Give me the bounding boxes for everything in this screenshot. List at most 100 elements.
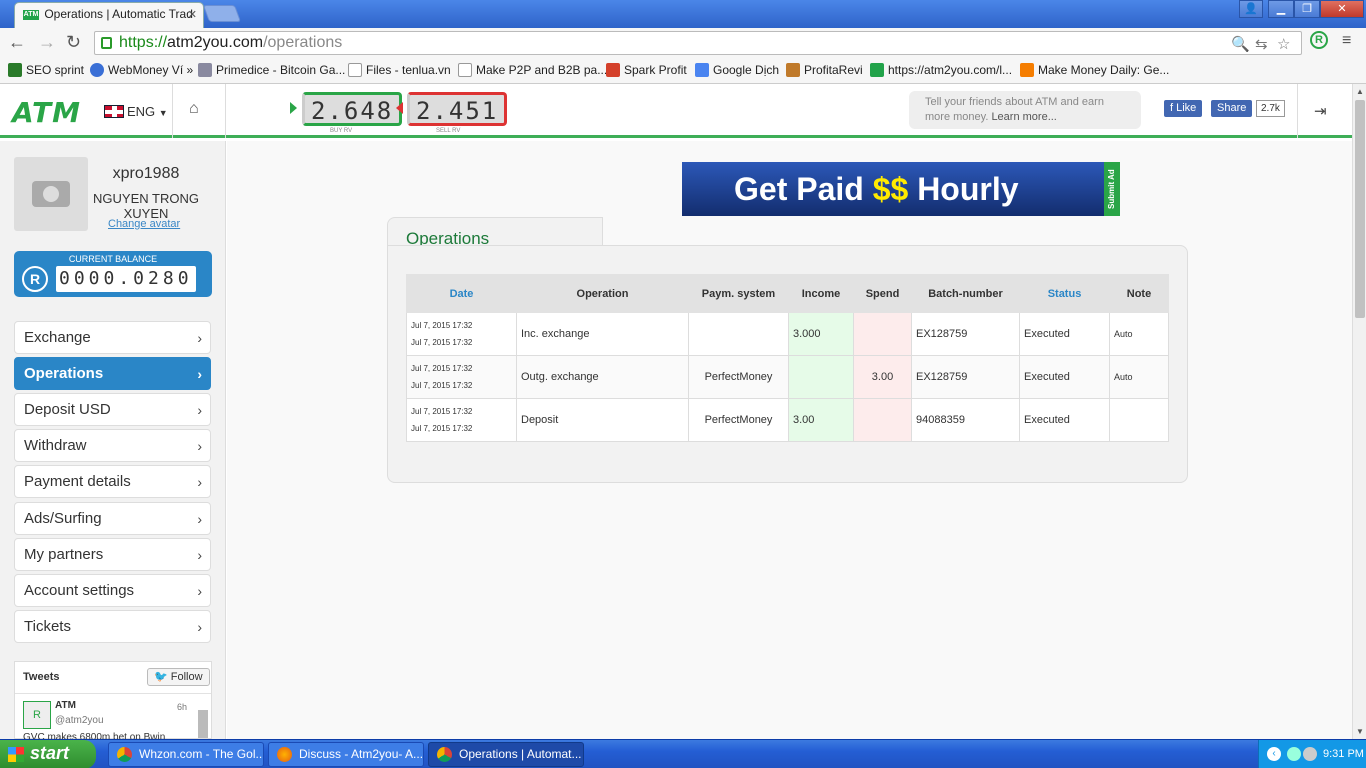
- chrome-menu-icon[interactable]: ≡: [1342, 32, 1351, 50]
- submit-ad-link[interactable]: Submit Ad: [1104, 162, 1120, 216]
- tweets-scrollbar[interactable]: [198, 710, 208, 738]
- atm-logo[interactable]: ATM: [12, 96, 81, 129]
- bookmark-item[interactable]: Primedice - Bitcoin Ga...: [198, 63, 345, 77]
- bookmark-item[interactable]: Make P2P and B2B pa...: [458, 63, 607, 77]
- sign-out-icon[interactable]: ⇥: [1314, 102, 1327, 120]
- bookmark-item[interactable]: https://atm2you.com/l...: [870, 63, 1012, 77]
- cell-status: Executed: [1019, 312, 1110, 356]
- scroll-up-icon[interactable]: ▲: [1356, 87, 1364, 96]
- ad-banner[interactable]: Get Paid $$ Hourly Submit Ad: [682, 162, 1120, 216]
- username: xpro1988: [112, 165, 180, 182]
- profitarevi-icon: [786, 63, 800, 77]
- divider: [15, 693, 211, 694]
- tweet-author[interactable]: ATM: [55, 700, 76, 711]
- sidebar-item-my-partners[interactable]: My partners ›: [14, 538, 211, 571]
- facebook-like-button[interactable]: f Like: [1164, 100, 1203, 117]
- sidebar-item-operations[interactable]: Operations ›: [14, 357, 211, 390]
- main-content: Get Paid $$ Hourly Submit Ad Operations …: [227, 141, 1352, 739]
- cell-paym-system: PerfectMoney: [688, 398, 789, 442]
- address-bar[interactable]: https://atm2you.com/operations 🔍 ⇆ ☆: [94, 31, 1302, 55]
- page-scrollbar[interactable]: ▲ ▼: [1352, 84, 1366, 739]
- browser-tab-active[interactable]: ATM Operations | Automatic Trad ✕: [14, 2, 204, 28]
- zoom-icon[interactable]: 🔍: [1231, 34, 1250, 56]
- home-icon[interactable]: ⌂: [189, 100, 199, 118]
- uk-flag-icon: [104, 105, 124, 118]
- sidebar-item-payment-details[interactable]: Payment details ›: [14, 465, 211, 498]
- cell-income: 3.000: [788, 312, 854, 356]
- col-date[interactable]: Date: [406, 274, 517, 313]
- sell-caption: SELL RV: [436, 128, 461, 134]
- divider: [1297, 84, 1298, 138]
- table-header-row: Date Operation Paym. system Income Spend…: [406, 274, 1169, 313]
- full-name: NGUYEN TRONG XUYEN: [93, 191, 199, 221]
- up-arrow-icon: [290, 102, 297, 114]
- camera-icon: [32, 181, 70, 207]
- tweet-handle[interactable]: @atm2you: [55, 715, 104, 726]
- tweet-avatar[interactable]: R: [23, 701, 51, 729]
- cell-note: Auto: [1109, 355, 1169, 399]
- cell-income: 3.00: [788, 398, 854, 442]
- taskbar-item[interactable]: Discuss - Atm2you- A...: [268, 742, 424, 767]
- sidebar-item-tickets[interactable]: Tickets ›: [14, 610, 211, 643]
- bookmark-item[interactable]: Spark Profit: [606, 63, 687, 77]
- taskbar-item-active[interactable]: Operations | Automat...: [428, 742, 584, 767]
- profile-icon[interactable]: 👤: [1239, 0, 1263, 18]
- buy-rate: 2.648: [302, 92, 403, 126]
- cell-operation-link[interactable]: Inc. exchange: [516, 312, 689, 356]
- chevron-right-icon: ›: [197, 330, 202, 346]
- cell-operation-link[interactable]: Outg. exchange: [516, 355, 689, 399]
- twitter-follow-button[interactable]: 🐦 Follow: [147, 668, 210, 686]
- bookmark-item[interactable]: Files - tenlua.vn: [348, 63, 451, 77]
- taskbar-item[interactable]: Whzon.com - The Gol...: [108, 742, 264, 767]
- col-status[interactable]: Status: [1019, 274, 1110, 313]
- rv-extension-icon[interactable]: R: [1310, 31, 1328, 49]
- forward-arrow-icon[interactable]: →: [38, 32, 56, 53]
- change-avatar-link[interactable]: Change avatar: [108, 218, 180, 230]
- chrome-icon: [437, 747, 452, 762]
- bookmark-item[interactable]: WebMoney Ví »: [90, 63, 193, 77]
- back-arrow-icon[interactable]: ←: [8, 32, 26, 53]
- tell-friends-box: Tell your friends about ATM and earn mor…: [909, 91, 1141, 129]
- restore-button[interactable]: ❐: [1294, 0, 1320, 18]
- translate-icon[interactable]: ⇆: [1255, 34, 1268, 56]
- close-window-button[interactable]: ✕: [1320, 0, 1364, 18]
- sidebar-item-exchange[interactable]: Exchange ›: [14, 321, 211, 354]
- tray-arrow-icon[interactable]: ‹: [1267, 747, 1281, 761]
- tweets-title: Tweets: [23, 671, 60, 683]
- bookmark-star-icon[interactable]: ☆: [1277, 34, 1290, 56]
- col-paym-system: Paym. system: [688, 274, 789, 313]
- page-icon: [348, 63, 362, 77]
- minimize-button[interactable]: ▁: [1268, 0, 1294, 18]
- chevron-right-icon: ›: [197, 402, 202, 418]
- clock[interactable]: 9:31 PM: [1323, 748, 1364, 760]
- cell-batch-number: EX128759: [911, 312, 1020, 356]
- cell-operation-link[interactable]: Deposit: [516, 398, 689, 442]
- facebook-share-button[interactable]: Share: [1211, 100, 1253, 117]
- learn-more-link[interactable]: Learn more...: [991, 111, 1056, 123]
- network-icon[interactable]: [1287, 747, 1301, 761]
- new-tab-button[interactable]: [202, 5, 242, 22]
- sidebar-item-withdraw[interactable]: Withdraw ›: [14, 429, 211, 462]
- reload-icon[interactable]: ↻: [66, 32, 81, 53]
- scrollbar-thumb[interactable]: [1355, 100, 1365, 318]
- avatar[interactable]: [14, 157, 88, 231]
- bookmark-item[interactable]: Google Dịch: [695, 63, 779, 77]
- volume-icon[interactable]: [1303, 747, 1317, 761]
- scroll-down-icon[interactable]: ▼: [1356, 727, 1364, 736]
- primedice-icon: [198, 63, 212, 77]
- bookmark-item[interactable]: Make Money Daily: Ge...: [1020, 63, 1169, 77]
- start-button[interactable]: start: [0, 740, 96, 768]
- language-selector[interactable]: ENG ▼: [104, 104, 168, 119]
- sidebar-item-ads-surfing[interactable]: Ads/Surfing ›: [14, 502, 211, 535]
- bookmark-item[interactable]: SEO sprint: [8, 63, 84, 77]
- cell-batch-number: 94088359: [911, 398, 1020, 442]
- bookmark-item[interactable]: ProfitaRevi: [786, 63, 863, 77]
- tab-close-icon[interactable]: ✕: [188, 8, 197, 21]
- sidebar-item-deposit-usd[interactable]: Deposit USD ›: [14, 393, 211, 426]
- operations-panel: Date Operation Paym. system Income Spend…: [387, 245, 1188, 483]
- cell-paym-system: [688, 312, 789, 356]
- url-host: atm2you.com: [167, 34, 264, 51]
- sidebar-item-account-settings[interactable]: Account settings ›: [14, 574, 211, 607]
- cell-date: Jul 7, 2015 17:32 Jul 7, 2015 17:32: [406, 398, 517, 442]
- table-row: Jul 7, 2015 17:32 Jul 7, 2015 17:32 Inc. …: [406, 312, 1169, 356]
